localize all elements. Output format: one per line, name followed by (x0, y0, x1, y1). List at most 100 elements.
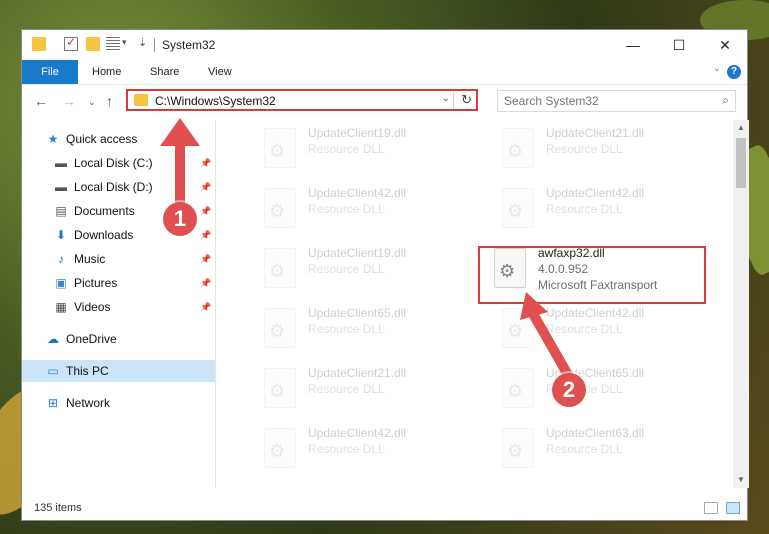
sidebar-item[interactable]: ⊞ Network (22, 392, 215, 414)
gear-icon: ⚙ (507, 201, 524, 221)
toolbar-separator (154, 38, 155, 52)
sidebar-item-label: Documents (74, 204, 135, 218)
sidebar-item-label: Downloads (74, 228, 134, 242)
pin-icon[interactable]: 📌 (200, 224, 211, 246)
file-item[interactable]: ⚙ UpdateClient21.dll Resource DLL (494, 124, 714, 180)
customize-toolbar-icon[interactable] (106, 37, 120, 51)
vertical-scrollbar[interactable]: ▲ ▼ (733, 120, 749, 488)
file-detail: 4.0.0.952 (538, 262, 589, 276)
navigation-bar: ← → ⌄ ↑ C:\Windows\System32 ⌄ ↻ ⌕ (22, 85, 747, 119)
star-icon: ★ (47, 132, 59, 146)
gear-icon: ⚙ (269, 381, 286, 401)
file-detail: Resource DLL (308, 442, 385, 456)
file-name: UpdateClient42.dll (546, 186, 645, 200)
sidebar-item-label: Quick access (66, 132, 138, 146)
dll-file-icon: ⚙ (264, 248, 296, 288)
address-dropdown-icon[interactable]: ⌄ (442, 93, 450, 104)
file-item[interactable]: ⚙ UpdateClient19.dll Resource DLL (256, 244, 476, 300)
file-detail: Resource DLL (546, 142, 623, 156)
sidebar-item-label: Music (74, 252, 106, 266)
file-item[interactable]: ⚙ UpdateClient42.dll Resource DLL (494, 184, 714, 240)
scroll-up-icon[interactable]: ▲ (733, 120, 749, 136)
sidebar-item[interactable]: ♪ Music 📌 (22, 248, 215, 270)
properties-check-icon[interactable] (64, 35, 78, 51)
gear-icon: ⚙ (499, 261, 516, 281)
sidebar-item[interactable]: ▬ Local Disk (C:) 📌 (22, 152, 215, 174)
dropdown-chevron-icon[interactable]: ▾ (122, 37, 127, 48)
file-name: UpdateClient65.dll (308, 306, 407, 320)
video-icon: ▦ (55, 300, 67, 314)
sidebar-item-label: Network (66, 396, 111, 410)
up-arrow-icon[interactable]: ↑ (106, 93, 113, 109)
new-folder-icon[interactable] (86, 37, 100, 51)
annotation-arrowhead-1 (160, 118, 200, 146)
forward-arrow-icon[interactable]: → (62, 93, 76, 109)
expand-ribbon-icon[interactable]: ⌄ (713, 63, 721, 74)
pin-icon[interactable]: 📌 (200, 272, 211, 294)
address-path[interactable]: C:\Windows\System32 (155, 94, 276, 108)
pin-icon[interactable]: 📌 (200, 200, 211, 222)
search-icon[interactable]: ⌕ (722, 93, 729, 108)
large-icons-view-icon[interactable] (726, 502, 740, 514)
gear-icon: ⚙ (269, 141, 286, 161)
tab-share[interactable]: Share (140, 60, 189, 84)
folder-icon (32, 37, 46, 51)
file-item[interactable]: ⚙ UpdateClient63.dll Resource DLL (494, 424, 714, 480)
music-icon: ♪ (58, 252, 64, 266)
sidebar-item[interactable]: ▦ Videos 📌 (22, 296, 215, 318)
file-name: UpdateClient63.dll (546, 426, 645, 440)
file-item[interactable]: ⚙ UpdateClient21.dll Resource DLL (256, 364, 476, 420)
pin-icon[interactable]: 📌 (200, 152, 211, 174)
tab-view[interactable]: View (198, 60, 242, 84)
help-icon[interactable]: ? (727, 65, 741, 79)
details-view-icon[interactable] (704, 502, 718, 514)
close-button[interactable]: ✕ (702, 30, 748, 60)
document-icon: ▤ (55, 204, 67, 218)
network-icon: ⊞ (47, 396, 59, 410)
cloud-icon: ☁ (47, 332, 59, 346)
scroll-down-icon[interactable]: ▼ (733, 472, 749, 488)
sidebar-item[interactable]: ▭ This PC (22, 360, 215, 382)
refresh-icon[interactable]: ↻ (461, 92, 472, 108)
window-title: System32 (162, 38, 216, 52)
address-bar[interactable]: C:\Windows\System32 ⌄ ↻ (126, 89, 478, 111)
pin-icon[interactable]: 📌 (200, 176, 211, 198)
scroll-thumb[interactable] (736, 138, 746, 188)
file-item[interactable]: ⚙ UpdateClient19.dll Resource DLL (256, 124, 476, 180)
sidebar-item[interactable]: ▣ Pictures 📌 (22, 272, 215, 294)
dll-file-icon: ⚙ (264, 128, 296, 168)
dll-file-icon: ⚙ (494, 248, 526, 288)
sidebar-item-label: Videos (74, 300, 111, 314)
ribbon-tabs: File Home Share View ⌄ ? (22, 60, 747, 85)
pin-icon[interactable]: 📌 (200, 248, 211, 270)
sidebar-item[interactable]: ▬ Local Disk (D:) 📌 (22, 176, 215, 198)
file-name: UpdateClient42.dll (308, 426, 407, 440)
file-detail: Resource DLL (546, 202, 623, 216)
back-arrow-icon[interactable]: ← (34, 93, 48, 109)
search-input[interactable] (502, 93, 706, 109)
folder-icon (134, 94, 148, 106)
file-name: awfaxp32.dll (538, 246, 605, 260)
sidebar-item[interactable]: ☁ OneDrive (22, 328, 215, 350)
annotation-arrow-1 (175, 138, 185, 210)
file-detail: Resource DLL (308, 142, 385, 156)
tab-home[interactable]: Home (82, 60, 131, 84)
file-detail: Resource DLL (546, 442, 623, 456)
file-item[interactable]: ⚙ UpdateClient42.dll Resource DLL (256, 424, 476, 480)
file-detail: Resource DLL (308, 262, 385, 276)
file-item[interactable]: ⚙ UpdateClient42.dll Resource DLL (256, 184, 476, 240)
recent-locations-chevron-icon[interactable]: ⌄ (88, 97, 96, 108)
file-detail: Resource DLL (308, 322, 385, 336)
pin-toolbar-icon[interactable]: ⇣ (138, 36, 147, 49)
dll-file-icon: ⚙ (502, 188, 534, 228)
sidebar-item-label: This PC (66, 364, 109, 378)
explorer-window: ▾ ⇣ System32 — ☐ ✕ File Home Share View … (21, 29, 749, 521)
maximize-button[interactable]: ☐ (656, 30, 702, 60)
file-item[interactable]: ⚙ UpdateClient65.dll Resource DLL (256, 304, 476, 360)
file-name: UpdateClient21.dll (308, 366, 407, 380)
search-box[interactable]: ⌕ (497, 90, 736, 112)
tab-file[interactable]: File (22, 60, 78, 84)
minimize-button[interactable]: — (610, 30, 656, 60)
pin-icon[interactable]: 📌 (200, 296, 211, 318)
file-name: UpdateClient19.dll (308, 126, 407, 140)
